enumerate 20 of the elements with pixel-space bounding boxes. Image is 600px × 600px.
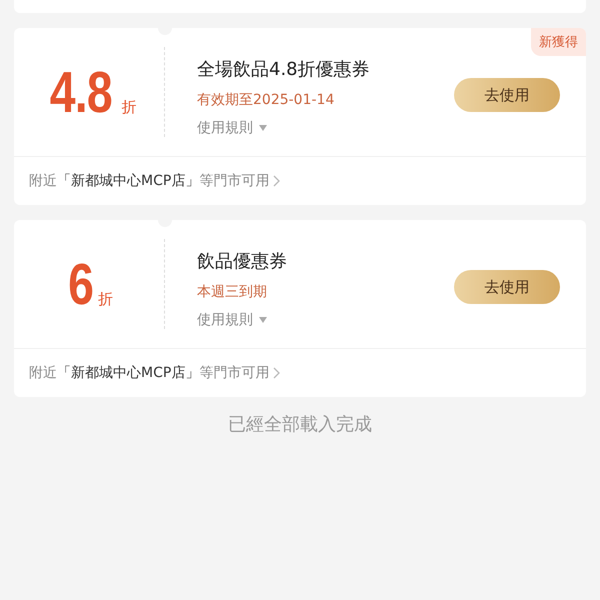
dropdown-icon <box>259 125 267 131</box>
validity-text: 有效期至2025-01-14 <box>197 91 336 109</box>
dropdown-icon <box>259 317 267 323</box>
loaded-all-text: 已經全部載入完成 <box>227 413 373 436</box>
use-button[interactable]: 去使用 <box>454 78 560 112</box>
discount-value: 4.8 <box>49 58 112 126</box>
discount-value: 6 <box>68 250 93 318</box>
validity-text: 本週三到期 <box>197 283 268 301</box>
coupon-title: 全場飲品4.8折優惠券 <box>197 58 371 81</box>
chevron-right-icon <box>273 367 280 379</box>
usage-rules-link[interactable]: 使用規則 <box>197 311 253 329</box>
store-availability-text[interactable]: 附近「新都城中心MCP店」等門市可用 <box>29 364 270 382</box>
chevron-right-icon <box>273 175 280 187</box>
store-availability-text[interactable]: 附近「新都城中心MCP店」等門市可用 <box>29 172 270 190</box>
usage-rules-link[interactable]: 使用規則 <box>197 119 253 137</box>
discount-unit: 折 <box>121 98 136 116</box>
coupon-title: 飲品優惠券 <box>197 250 288 273</box>
discount-unit: 折 <box>98 290 114 308</box>
use-button[interactable]: 去使用 <box>454 270 560 304</box>
new-badge: 新獲得 <box>531 28 586 56</box>
